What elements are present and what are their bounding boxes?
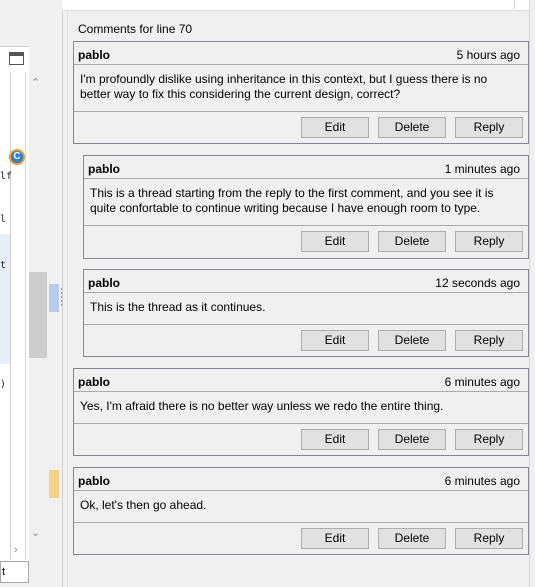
comment-divider — [84, 324, 528, 325]
comment-divider — [74, 64, 528, 65]
comment-text: This is a thread starting from the reply… — [90, 186, 494, 215]
comment-divider — [74, 490, 528, 491]
scroll-up-icon[interactable]: ⌃ — [31, 76, 40, 89]
comment-card: pablo 5 hours ago I'm profoundly dislike… — [73, 41, 529, 144]
comment-author: pablo — [78, 375, 110, 389]
comment-divider — [74, 522, 528, 523]
code-fragment: l — [0, 214, 7, 225]
comment-timestamp: 6 minutes ago — [444, 375, 520, 389]
reply-button[interactable]: Reply — [455, 528, 523, 549]
comment-divider — [74, 423, 528, 424]
delete-button[interactable]: Delete — [378, 330, 446, 351]
comment-text: Yes, I'm afraid there is no better way u… — [80, 399, 444, 413]
vertical-scrollbar-thumb[interactable] — [29, 272, 47, 358]
comment-divider — [74, 391, 528, 392]
comment-divider — [74, 111, 528, 112]
code-fragment: ) — [0, 379, 7, 390]
delete-button[interactable]: Delete — [378, 429, 446, 450]
reply-button[interactable]: Reply — [455, 231, 523, 252]
comment-marker-icon[interactable]: C — [9, 149, 25, 165]
comment-author: pablo — [88, 162, 120, 176]
comment-card: pablo 6 minutes ago Ok, let's then go ah… — [73, 467, 529, 555]
comment-divider — [84, 178, 528, 179]
code-column: lf l t ) — [0, 72, 13, 560]
edit-button[interactable]: Edit — [301, 117, 369, 138]
scroll-right-icon[interactable]: › — [14, 544, 18, 556]
delete-button[interactable]: Delete — [378, 231, 446, 252]
scroll-track — [25, 72, 26, 560]
code-fragment: t — [0, 260, 7, 271]
comment-author: pablo — [78, 48, 110, 62]
maximize-icon[interactable] — [9, 52, 24, 65]
editor-strip: lf l t ) ⌃ ⌄ C › t — [0, 0, 63, 587]
comment-text: Ok, let's then go ahead. — [80, 498, 207, 512]
comment-timestamp: 1 minutes ago — [444, 162, 520, 176]
comment-timestamp: 6 minutes ago — [444, 474, 520, 488]
edit-button[interactable]: Edit — [301, 528, 369, 549]
code-selection-highlight — [0, 234, 10, 364]
comment-timestamp: 12 seconds ago — [435, 276, 520, 290]
panel-divider[interactable] — [62, 12, 63, 587]
comment-timestamp: 5 hours ago — [456, 48, 520, 62]
edit-button[interactable]: Edit — [301, 231, 369, 252]
comment-author: pablo — [78, 474, 110, 488]
reply-button[interactable]: Reply — [455, 429, 523, 450]
reply-button[interactable]: Reply — [455, 330, 523, 351]
code-fragment: lf — [0, 171, 13, 182]
window-top-tick — [514, 0, 515, 9]
gutter-marker-yellow[interactable] — [49, 470, 59, 498]
window-right-edge — [529, 0, 535, 587]
reply-button[interactable]: Reply — [455, 117, 523, 138]
comments-panel: Comments for line 70 pablo 5 hours ago I… — [68, 12, 529, 587]
edit-button[interactable]: Edit — [301, 330, 369, 351]
comment-text: I'm profoundly dislike using inheritance… — [80, 72, 488, 101]
edit-button[interactable]: Edit — [301, 429, 369, 450]
delete-button[interactable]: Delete — [378, 528, 446, 549]
comment-card: pablo 6 minutes ago Yes, I'm afraid ther… — [73, 368, 529, 456]
comment-author: pablo — [88, 276, 120, 290]
comment-divider — [84, 225, 528, 226]
scroll-down-icon[interactable]: ⌄ — [31, 526, 40, 539]
comment-text: This is the thread as it continues. — [90, 300, 266, 314]
comment-divider — [84, 292, 528, 293]
bottom-input-field[interactable]: t — [0, 561, 29, 583]
window-top-edge — [0, 0, 535, 11]
gutter-marker-blue[interactable] — [49, 284, 59, 312]
comments-title: Comments for line 70 — [78, 22, 193, 36]
reply-comment-card: pablo 1 minutes ago This is a thread sta… — [83, 155, 529, 259]
reply-comment-card: pablo 12 seconds ago This is the thread … — [83, 269, 529, 357]
delete-button[interactable]: Delete — [378, 117, 446, 138]
